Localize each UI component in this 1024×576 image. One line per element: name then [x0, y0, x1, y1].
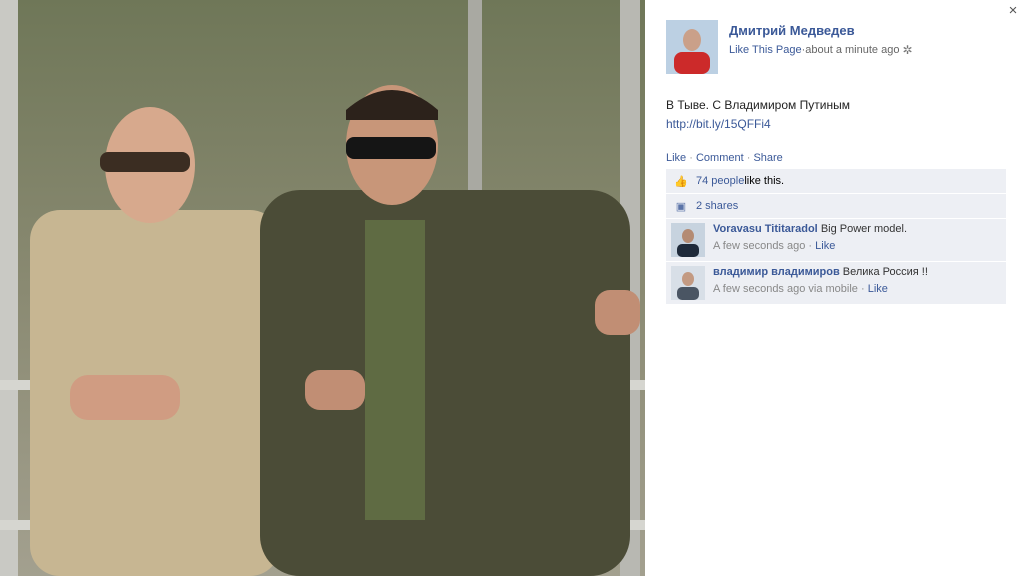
commenter-avatar[interactable] [671, 223, 705, 257]
commenter-name[interactable]: Voravasu Tititaradol [713, 223, 818, 235]
comment-text: Велика Россия !! [842, 266, 928, 278]
shares-row: ▣ 2 shares [666, 194, 1006, 219]
comment-button[interactable]: Comment [696, 152, 744, 164]
author-name[interactable]: Дмитрий Медведев [729, 23, 913, 38]
like-page-link[interactable]: Like This Page [729, 44, 802, 56]
commenter-avatar[interactable] [671, 266, 705, 300]
comment-item: владимир владимиров Велика Россия !! A f… [666, 262, 1006, 305]
comment-time[interactable]: A few seconds ago [713, 283, 805, 295]
comment-meta: A few seconds ago · Like [713, 240, 836, 252]
share-icon: ▣ [675, 200, 687, 213]
post-sidebar: Дмитрий Медведев Like This Page · about … [666, 20, 1006, 305]
post-header-meta: Дмитрий Медведев Like This Page · about … [729, 20, 913, 74]
likes-count[interactable]: 74 people [696, 175, 744, 187]
comment-item: Voravasu Tititaradol Big Power model. A … [666, 219, 1006, 262]
post-actions: Like · Comment · Share [666, 152, 1006, 164]
shares-count[interactable]: 2 shares [696, 200, 738, 212]
comment-meta: A few seconds ago via mobile · Like [713, 283, 888, 295]
like-button[interactable]: Like [666, 152, 686, 164]
comment-text: Big Power model. [820, 223, 908, 235]
post-text: В Тыве. С Владимиром Путиным [666, 98, 850, 112]
likes-row: 👍 74 people like this. [666, 169, 1006, 194]
post-link[interactable]: http://bit.ly/15QFFi4 [666, 115, 1006, 134]
comment-time[interactable]: A few seconds ago [713, 240, 805, 252]
separator: · [743, 152, 754, 164]
feedback-panel: 👍 74 people like this. ▣ 2 shares Vorava… [666, 169, 1006, 305]
thumbs-up-icon: 👍 [674, 175, 688, 188]
commenter-name[interactable]: владимир владимиров [713, 266, 840, 278]
photo-illustration [0, 0, 645, 576]
author-avatar[interactable] [666, 20, 718, 74]
comment-like-button[interactable]: Like [815, 240, 835, 252]
separator: · [686, 152, 696, 164]
comment-body: владимир владимиров Велика Россия !! A f… [713, 266, 928, 295]
post-photo[interactable] [0, 0, 645, 576]
comment-like-button[interactable]: Like [868, 283, 888, 295]
comment-via: via mobile [805, 283, 858, 295]
post-header: Дмитрий Медведев Like This Page · about … [666, 20, 1006, 74]
share-button[interactable]: Share [753, 152, 782, 164]
comment-body: Voravasu Tititaradol Big Power model. A … [713, 223, 907, 252]
likes-suffix: like this. [744, 175, 785, 187]
post-message: В Тыве. С Владимиром Путиным http://bit.… [666, 96, 1006, 134]
post-timestamp[interactable]: about a minute ago [805, 44, 899, 56]
gear-icon[interactable]: ✲ [902, 43, 912, 57]
post-subline: Like This Page · about a minute ago ✲ [729, 43, 913, 57]
close-icon[interactable]: × [1005, 2, 1021, 20]
